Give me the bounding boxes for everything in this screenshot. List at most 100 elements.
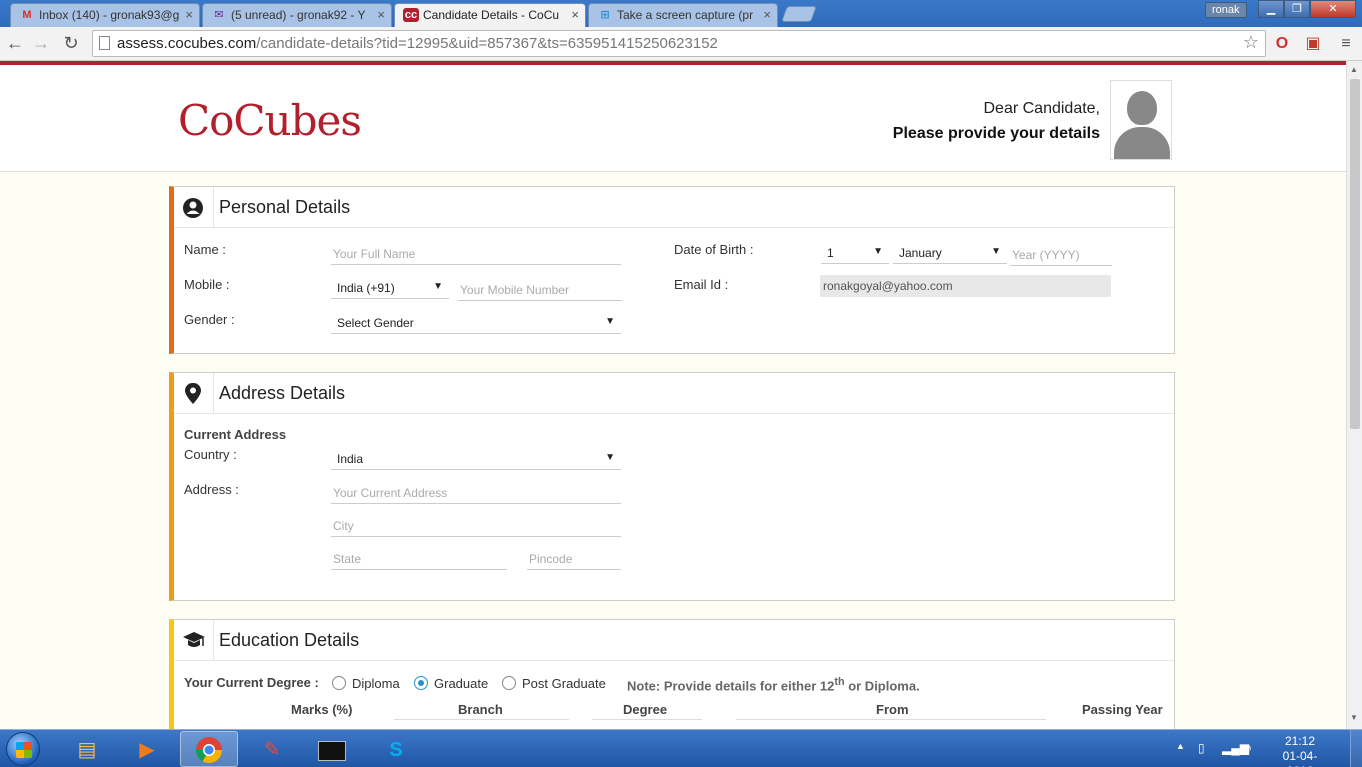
graduate-radio[interactable] xyxy=(414,676,428,690)
clock-time: 21:12 xyxy=(1284,734,1316,748)
chevron-down-icon: ▼ xyxy=(991,246,1001,257)
graduate-option-label[interactable]: Graduate xyxy=(434,676,488,691)
panel-title: Education Details xyxy=(219,630,360,650)
tab-candidate-details[interactable]: cc Candidate Details - CoCu × xyxy=(394,3,586,27)
file-explorer-icon[interactable]: ▤ xyxy=(58,731,116,767)
chevron-down-icon: ▼ xyxy=(873,246,883,257)
state-input[interactable]: State xyxy=(331,548,507,570)
bookmark-star-icon[interactable]: ☆ xyxy=(1243,32,1259,53)
address-bar[interactable]: assess.cocubes.com/candidate-details?tid… xyxy=(92,30,1266,57)
media-player-icon[interactable]: ▶ xyxy=(118,731,176,767)
column-divider xyxy=(736,719,1046,720)
maximize-button[interactable]: ❐ xyxy=(1284,0,1310,18)
tab-yahoo-mail[interactable]: ✉ (5 unread) - gronak92 - Y × xyxy=(202,3,392,27)
dob-month-select[interactable]: January ▼ xyxy=(893,242,1007,264)
windows-icon: ⊞ xyxy=(600,9,610,21)
taskbar-clock[interactable]: 21:12 01-04-2016 xyxy=(1270,734,1330,767)
url-path: /candidate-details?tid=12995&uid=857367&… xyxy=(256,35,718,52)
current-degree-label: Your Current Degree : xyxy=(184,675,319,690)
email-field[interactable]: ronakgoyal@yahoo.com xyxy=(820,275,1111,297)
city-input[interactable]: City xyxy=(331,515,621,537)
scrollbar-thumb[interactable] xyxy=(1350,79,1360,429)
tab-label: Take a screen capture (pr xyxy=(617,8,754,22)
chevron-down-icon: ▼ xyxy=(605,316,615,327)
country-value: India xyxy=(337,452,364,466)
current-address-heading: Current Address xyxy=(184,427,287,442)
close-tab-icon[interactable]: × xyxy=(185,4,193,26)
url-text[interactable]: assess.cocubes.com/candidate-details?tid… xyxy=(117,35,718,52)
chrome-taskbar-icon[interactable] xyxy=(180,731,238,767)
page-icon xyxy=(99,36,110,50)
avatar-head-shape xyxy=(1127,91,1157,125)
volume-icon[interactable]: ♪ xyxy=(1246,741,1252,755)
page-scrollbar[interactable]: ▲ ▼ xyxy=(1346,61,1362,729)
country-label: Country : xyxy=(184,447,237,462)
skype-icon[interactable]: S xyxy=(367,731,425,767)
post-graduate-radio[interactable] xyxy=(502,676,516,690)
diploma-option-label[interactable]: Diploma xyxy=(352,676,400,691)
close-tab-icon[interactable]: × xyxy=(377,4,385,26)
yahoo-mail-icon: ✉ xyxy=(214,9,224,21)
power-icon[interactable]: ▯ xyxy=(1198,741,1205,755)
column-from: From xyxy=(876,702,909,717)
url-host: assess.cocubes.com xyxy=(117,35,257,52)
chevron-down-icon: ▼ xyxy=(605,452,615,463)
windows-logo-icon xyxy=(16,742,32,758)
network-signal-icon[interactable]: ▂▄▆ xyxy=(1222,741,1249,755)
close-tab-icon[interactable]: × xyxy=(763,4,771,26)
note-text: Note: Provide details for either 12 xyxy=(627,678,835,694)
scroll-up-icon[interactable]: ▲ xyxy=(1350,65,1358,74)
scroll-down-icon[interactable]: ▼ xyxy=(1350,713,1358,722)
location-pin-icon xyxy=(174,373,214,414)
gender-label: Gender : xyxy=(184,312,235,327)
dob-year-input[interactable]: Year (YYYY) xyxy=(1010,244,1112,266)
country-code-select[interactable]: India (+91) ▼ xyxy=(331,277,449,299)
command-prompt-icon[interactable] xyxy=(303,731,361,767)
note-superscript: th xyxy=(834,676,845,688)
tab-label: Inbox (140) - gronak93@g xyxy=(39,8,180,22)
show-hidden-icons-icon[interactable]: ▲ xyxy=(1176,741,1185,751)
chevron-down-icon: ▼ xyxy=(433,281,443,292)
new-tab-button[interactable] xyxy=(781,6,817,22)
tab-screen-capture[interactable]: ⊞ Take a screen capture (pr × xyxy=(588,3,778,27)
page-viewport: CoCubes Dear Candidate, Please provide y… xyxy=(0,61,1346,729)
avatar[interactable] xyxy=(1110,80,1172,160)
tab-label: Candidate Details - CoCu xyxy=(423,8,560,22)
start-button[interactable] xyxy=(6,732,40,766)
back-arrow-icon[interactable]: ← xyxy=(4,32,26,54)
cocubes-logo: CoCubes xyxy=(178,96,362,145)
browser-tab-strip: M Inbox (140) - gronak93@g × ✉ (5 unread… xyxy=(0,0,1362,27)
dob-day-select[interactable]: 1 ▼ xyxy=(821,242,889,264)
note-text-end: or Diploma. xyxy=(844,678,920,694)
pincode-input[interactable]: Pincode xyxy=(527,548,621,570)
panel-title: Address Details xyxy=(219,383,346,403)
user-icon xyxy=(174,187,214,228)
dob-month-value: January xyxy=(899,246,942,260)
post-graduate-option-label[interactable]: Post Graduate xyxy=(522,676,606,691)
profile-chip[interactable]: ronak xyxy=(1205,2,1247,18)
panel-header: Education Details xyxy=(174,620,1174,661)
opera-icon[interactable]: O xyxy=(1272,34,1292,54)
menu-icon[interactable]: ≡ xyxy=(1336,34,1356,54)
close-tab-icon[interactable]: × xyxy=(571,4,579,26)
close-window-button[interactable]: ✕ xyxy=(1310,0,1356,18)
current-address-input[interactable]: Your Current Address xyxy=(331,482,621,504)
minimize-button[interactable]: ▁ xyxy=(1258,0,1284,18)
column-divider xyxy=(592,719,702,720)
column-marks: Marks (%) xyxy=(291,702,353,717)
gender-select[interactable]: Select Gender ▼ xyxy=(331,312,621,334)
forward-arrow-icon[interactable]: → xyxy=(30,32,52,54)
full-name-input[interactable]: Your Full Name xyxy=(331,243,621,265)
extension-train-icon[interactable]: ▣ xyxy=(1303,34,1323,54)
reload-icon[interactable]: ↻ xyxy=(60,32,82,54)
notes-app-icon[interactable]: ✎ xyxy=(243,731,301,767)
graduation-cap-icon xyxy=(174,620,214,661)
clock-date: 01-04-2016 xyxy=(1282,749,1318,767)
show-desktop-button[interactable] xyxy=(1350,730,1362,767)
avatar-body-shape xyxy=(1114,127,1170,159)
tab-gmail-inbox[interactable]: M Inbox (140) - gronak93@g × xyxy=(10,3,200,27)
mobile-number-input[interactable]: Your Mobile Number xyxy=(458,279,622,301)
diploma-radio[interactable] xyxy=(332,676,346,690)
country-select[interactable]: India ▼ xyxy=(331,448,621,470)
panel-header: Address Details xyxy=(174,373,1174,414)
